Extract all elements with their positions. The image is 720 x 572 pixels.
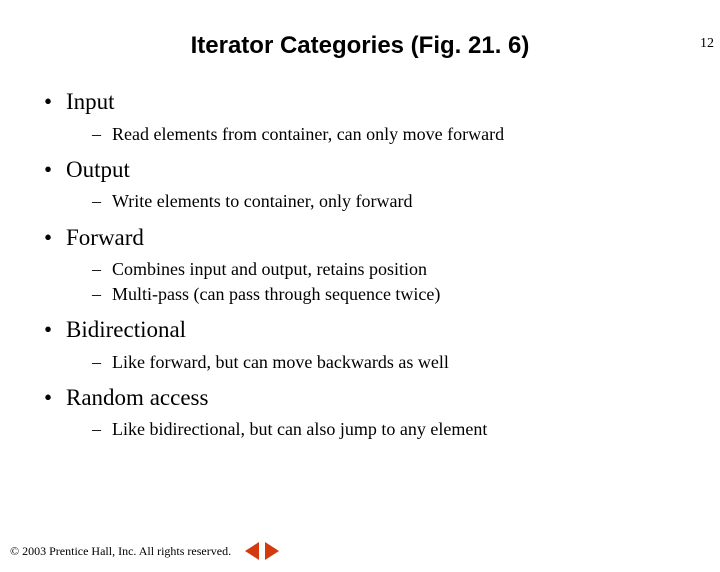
dash-icon: –: [92, 282, 112, 306]
sub-list: –Like bidirectional, but can also jump t…: [92, 417, 700, 441]
sub-label: Like forward, but can move backwards as …: [112, 352, 449, 372]
sub-list: –Write elements to container, only forwa…: [92, 189, 700, 213]
item-label: Output: [66, 157, 130, 182]
bullet-icon: •: [44, 156, 66, 184]
sub-list: –Combines input and output, retains posi…: [92, 257, 700, 306]
item-label: Forward: [66, 225, 144, 250]
nav-buttons: [245, 542, 279, 560]
copyright-text: © 2003 Prentice Hall, Inc. All rights re…: [10, 544, 231, 559]
sub-label: Read elements from container, can only m…: [112, 124, 504, 144]
footer: © 2003 Prentice Hall, Inc. All rights re…: [10, 542, 279, 560]
bullet-icon: •: [44, 316, 66, 344]
list-item: –Multi-pass (can pass through sequence t…: [92, 282, 700, 306]
item-label: Input: [66, 89, 115, 114]
list-item: –Combines input and output, retains posi…: [92, 257, 700, 281]
sub-label: Combines input and output, retains posit…: [112, 259, 427, 279]
item-label: Random access: [66, 385, 208, 410]
dash-icon: –: [92, 122, 112, 146]
sub-label: Write elements to container, only forwar…: [112, 191, 412, 211]
list-item: •Bidirectional: [44, 316, 700, 344]
bullet-icon: •: [44, 384, 66, 412]
sub-label: Like bidirectional, but can also jump to…: [112, 419, 487, 439]
sub-label: Multi-pass (can pass through sequence tw…: [112, 284, 440, 304]
sub-list: –Like forward, but can move backwards as…: [92, 350, 700, 374]
prev-slide-icon[interactable]: [245, 542, 259, 560]
page-title: Iterator Categories (Fig. 21. 6): [0, 32, 720, 60]
dash-icon: –: [92, 417, 112, 441]
dash-icon: –: [92, 257, 112, 281]
dash-icon: –: [92, 189, 112, 213]
list-item: •Input: [44, 88, 700, 116]
item-label: Bidirectional: [66, 317, 186, 342]
list-item: –Like bidirectional, but can also jump t…: [92, 417, 700, 441]
list-item: •Random access: [44, 384, 700, 412]
dash-icon: –: [92, 350, 112, 374]
list-item: –Read elements from container, can only …: [92, 122, 700, 146]
list-item: –Write elements to container, only forwa…: [92, 189, 700, 213]
page-number: 12: [700, 36, 714, 52]
content-body: •Input –Read elements from container, ca…: [0, 88, 720, 442]
list-item: •Output: [44, 156, 700, 184]
list-item: –Like forward, but can move backwards as…: [92, 350, 700, 374]
bullet-icon: •: [44, 224, 66, 252]
next-slide-icon[interactable]: [265, 542, 279, 560]
bullet-icon: •: [44, 88, 66, 116]
sub-list: –Read elements from container, can only …: [92, 122, 700, 146]
list-item: •Forward: [44, 224, 700, 252]
